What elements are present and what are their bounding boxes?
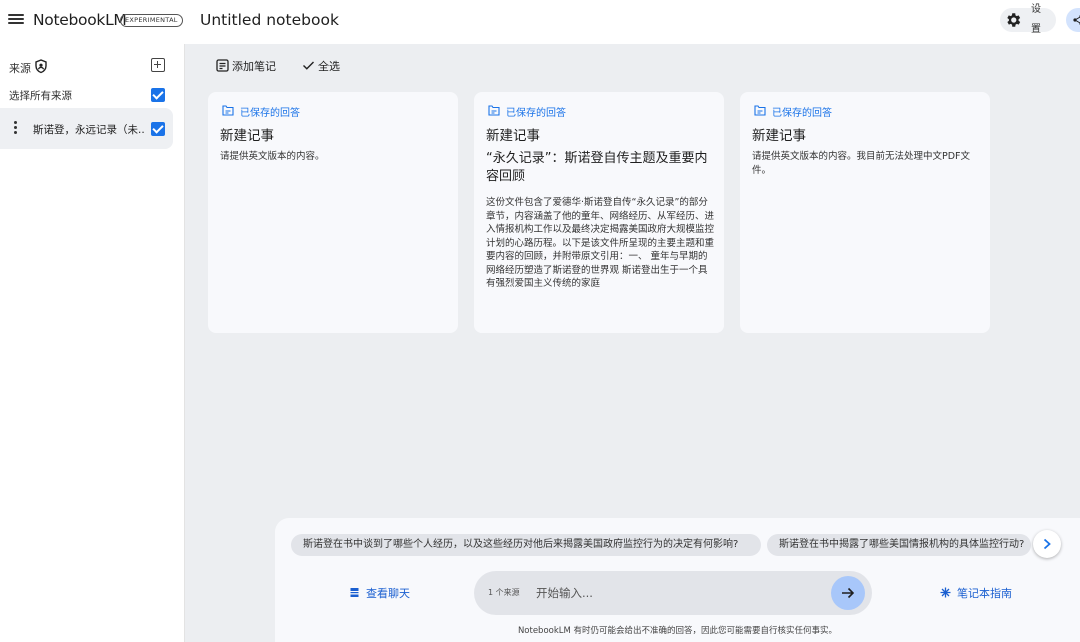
chat-input[interactable] — [536, 581, 826, 605]
more-options-icon[interactable] — [14, 121, 18, 135]
experimental-badge: EXPERIMENTAL — [120, 14, 183, 27]
note-card[interactable]: 已保存的回答 新建记事 请提供英文版本的内容。我目前无法处理中文PDF文件。 — [740, 92, 990, 333]
sources-heading: 来源 — [9, 60, 31, 76]
check-icon — [302, 59, 315, 72]
saved-response-label: 已保存的回答 — [240, 104, 300, 119]
saved-response-label: 已保存的回答 — [772, 104, 832, 119]
suggested-question-chip[interactable]: 斯诺登在书中揭露了哪些美国情报机构的具体监控行动? — [767, 534, 1031, 556]
chat-icon — [349, 587, 360, 598]
share-icon — [1072, 14, 1080, 26]
saved-response-icon — [754, 105, 766, 116]
gear-icon — [1004, 11, 1022, 29]
note-fade-overlay — [474, 283, 724, 333]
note-title: 新建记事 — [220, 124, 274, 144]
send-button[interactable] — [831, 576, 865, 610]
arrow-right-icon — [841, 586, 855, 600]
note-body: 请提供英文版本的内容。 — [220, 150, 446, 164]
note-title: 新建记事 — [752, 124, 806, 144]
brand-name: NotebookLM — [33, 11, 126, 29]
note-body: 请提供英文版本的内容。我目前无法处理中文PDF文件。 — [752, 150, 978, 178]
note-body: 这份文件包含了爱德华·斯诺登自传“永久记录”的部分章节，内容涵盖了他的童年、网络… — [486, 196, 714, 291]
select-all-sources-label: 选择所有来源 — [9, 88, 72, 103]
source-count-label: 1 个来源 — [488, 587, 520, 598]
note-title: 新建记事 — [486, 124, 540, 144]
shield-icon[interactable] — [34, 59, 48, 74]
saved-response-icon — [222, 105, 234, 116]
source-item[interactable]: 斯诺登，永远记录（未... — [0, 108, 173, 149]
disclaimer-text: NotebookLM 有时仍可能会给出不准确的回答，因此您可能需要自行核实任何事… — [275, 624, 1080, 636]
source-name: 斯诺登，永远记录（未... — [33, 122, 145, 137]
saved-response-label: 已保存的回答 — [506, 104, 566, 119]
note-card[interactable]: 已保存的回答 新建记事 请提供英文版本的内容。 — [208, 92, 458, 333]
notes-area: 添加笔记 全选 已保存的回答 新建记事 请提供英文版本的内容。 已保存的回答 新… — [185, 44, 1080, 642]
chat-input-bar: 1 个来源 — [474, 571, 872, 615]
chevron-right-icon — [1041, 537, 1053, 551]
menu-icon[interactable] — [8, 12, 24, 28]
add-note-label: 添加笔记 — [232, 58, 276, 74]
sources-sidebar: 来源 选择所有来源 斯诺登，永远记录（未... — [0, 44, 185, 642]
notebook-guide-label: 笔记本指南 — [957, 585, 1012, 601]
add-source-icon[interactable] — [151, 58, 165, 72]
select-all-notes-label: 全选 — [318, 58, 340, 74]
suggested-question-chip[interactable]: 斯诺登在书中谈到了哪些个人经历，以及这些经历对他后来揭露美国政府监控行为的决定有… — [291, 534, 761, 556]
saved-response-icon — [488, 105, 500, 116]
view-chat-label: 查看聊天 — [366, 585, 410, 601]
settings-label: 设置 — [1029, 0, 1043, 40]
top-bar: NotebookLM EXPERIMENTAL Untitled noteboo… — [0, 0, 1080, 44]
sparkle-icon — [940, 587, 951, 598]
next-suggestions-button[interactable] — [1033, 530, 1061, 558]
note-subtitle: “永久记录”：斯诺登自传主题及重要内容回顾 — [486, 150, 716, 186]
source-checkbox[interactable] — [151, 122, 165, 136]
chat-panel: 斯诺登在书中谈到了哪些个人经历，以及这些经历对他后来揭露美国政府监控行为的决定有… — [275, 518, 1080, 642]
share-button[interactable] — [1066, 8, 1080, 32]
settings-button[interactable]: 设置 — [1000, 8, 1056, 32]
notebook-title[interactable]: Untitled notebook — [200, 11, 339, 29]
select-all-sources-checkbox[interactable] — [151, 88, 165, 102]
note-add-icon — [216, 59, 229, 72]
note-card[interactable]: 已保存的回答 新建记事 “永久记录”：斯诺登自传主题及重要内容回顾 这份文件包含… — [474, 92, 724, 333]
